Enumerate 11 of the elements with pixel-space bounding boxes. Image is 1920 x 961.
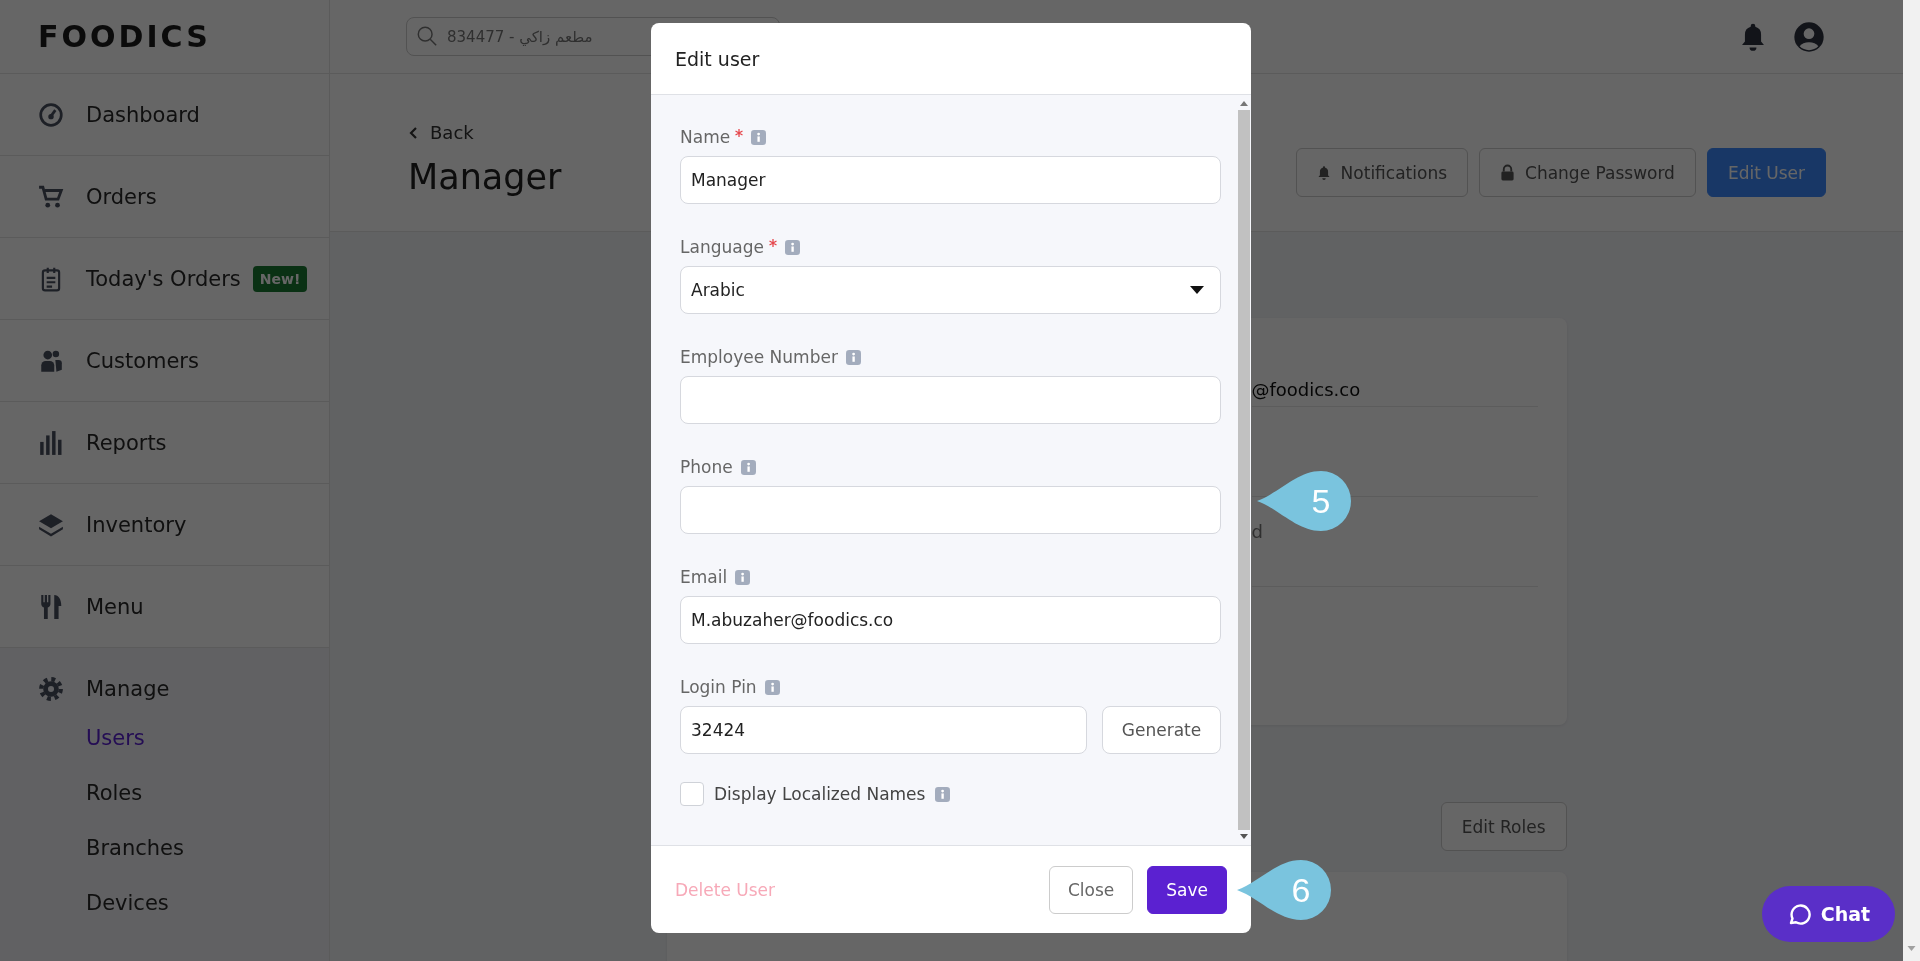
- page-title: Manager: [408, 157, 562, 197]
- logo: FOODICS: [38, 19, 211, 54]
- field-label: Login Pin: [680, 677, 757, 697]
- info-value: @foodics.co: [1251, 379, 1361, 400]
- field-label: Phone: [680, 457, 733, 477]
- step-callout: 6: [1237, 860, 1332, 920]
- field-label: Name: [680, 127, 731, 147]
- field-label: Email: [680, 567, 728, 587]
- field-label: Employee Number: [680, 347, 838, 367]
- new-badge: New!: [252, 265, 308, 292]
- field-label: Language: [680, 237, 764, 257]
